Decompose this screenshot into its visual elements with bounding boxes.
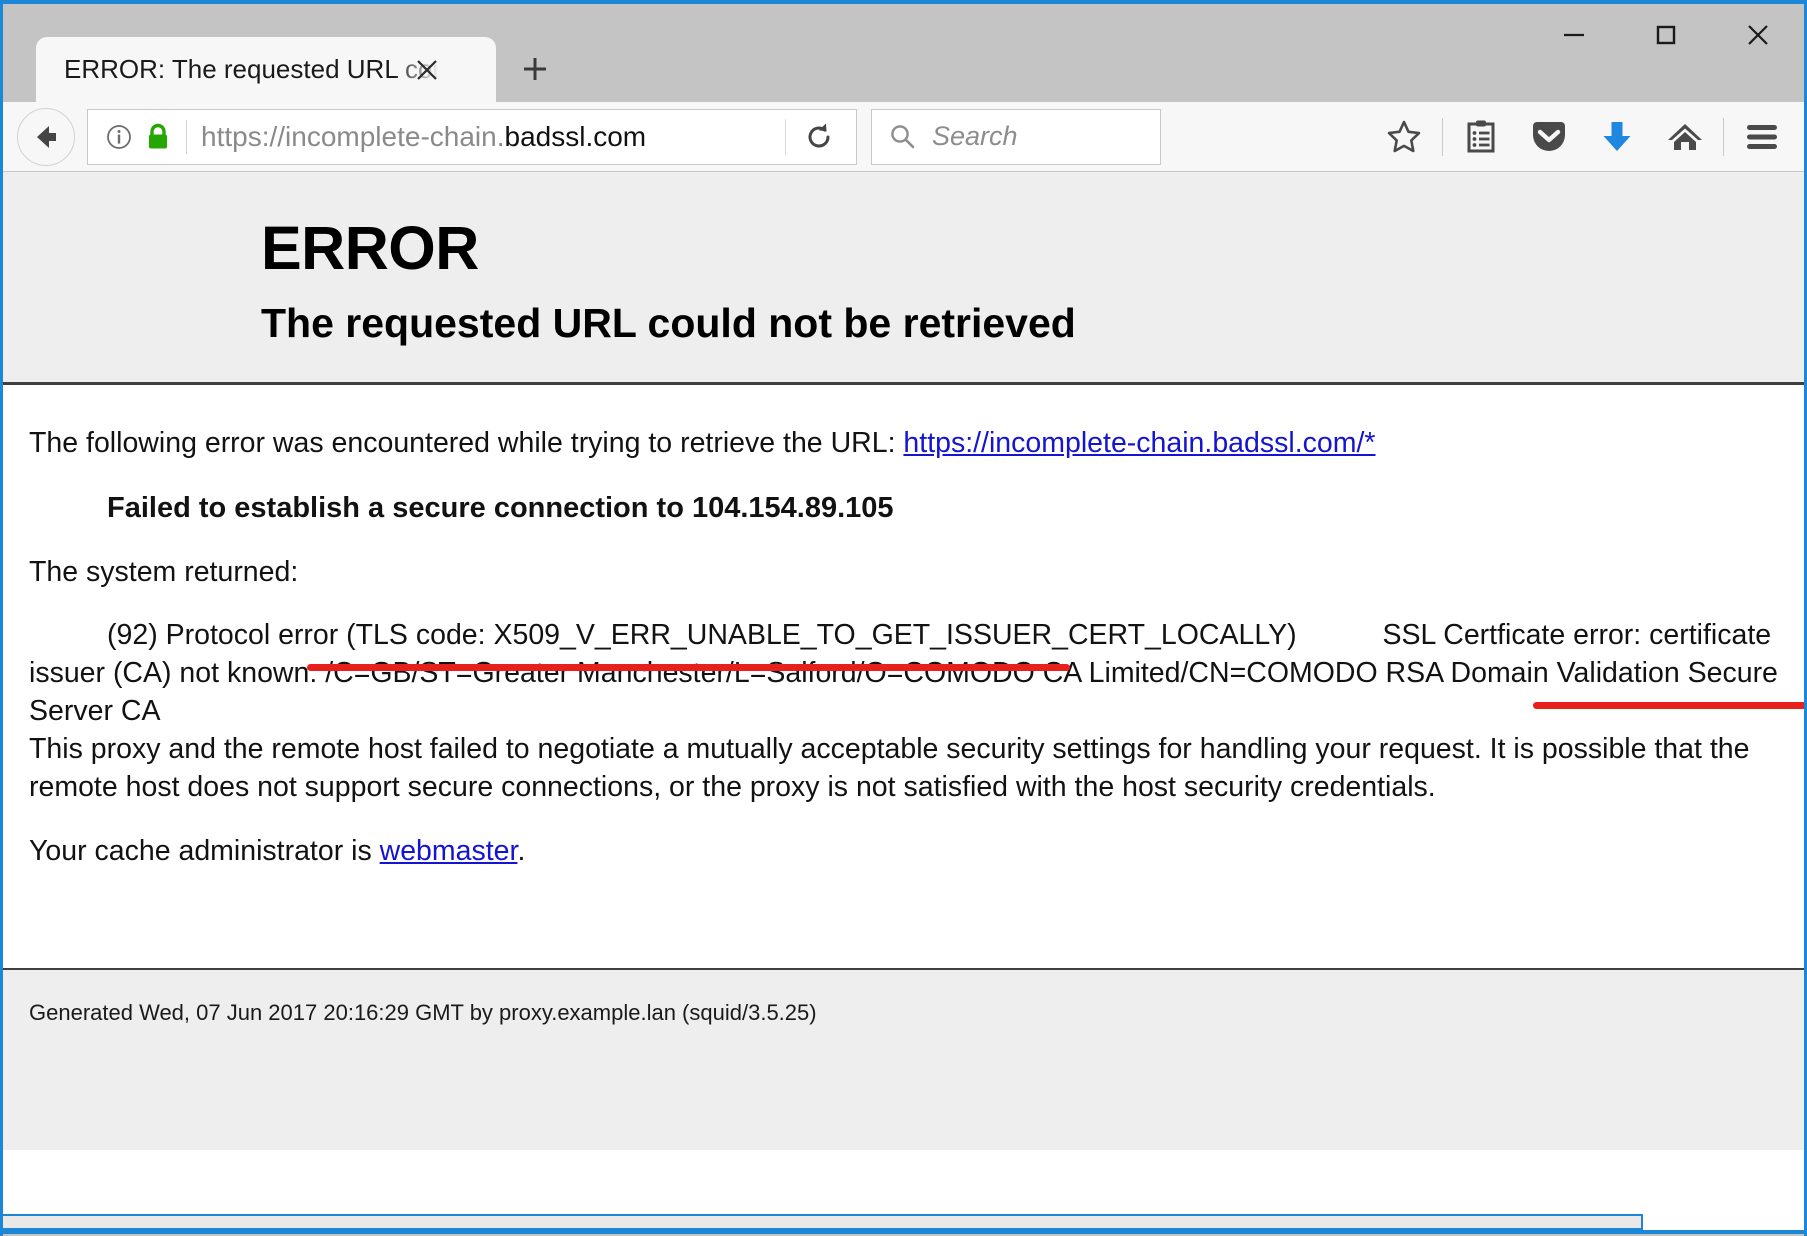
downloads-icon[interactable] [1583,107,1651,167]
tab-strip: ERROR: The requested URL could not be re… [3,30,568,102]
requested-url-link[interactable]: https://incomplete-chain.badssl.com/* [903,427,1375,459]
hamburger-menu-icon[interactable] [1728,107,1796,167]
error-footer: Generated Wed, 07 Jun 2017 20:16:29 GMT … [3,970,1804,1151]
protocol-error-line: (92) Protocol error (TLS code: X509_V_ER… [107,619,1305,672]
window-controls [1528,4,1804,66]
cache-admin-line: Your cache administrator is webmaster. [29,833,1778,871]
home-icon[interactable] [1651,107,1719,167]
failed-connection-line: Failed to establish a secure connection … [107,491,894,524]
url-bar[interactable]: https://incomplete-chain.badssl.com [87,108,857,165]
protocol-error-text: (92) Protocol error (TLS code: X509_V_ER… [107,619,1297,652]
page-content: ERROR The requested URL could not be ret… [3,172,1804,1234]
generated-timestamp: Generated Wed, 07 Jun 2017 20:16:29 GMT … [29,1000,817,1026]
lock-icon[interactable] [142,120,174,154]
page-title: ERROR [261,214,479,282]
tab-title: ERROR: The requested URL could not be re… [64,54,439,84]
page-subtitle: The requested URL could not be retrieved [261,300,1076,346]
menu-divider [1723,117,1724,156]
error-header: ERROR The requested URL could not be ret… [3,172,1804,386]
search-placeholder: Search [932,121,1018,151]
reader-list-icon[interactable] [1447,107,1515,167]
site-information-icon[interactable] [102,120,136,154]
url-text: https://incomplete-chain.badssl.com [201,121,785,153]
tab-bar: ERROR: The requested URL could not be re… [3,4,1804,102]
back-button[interactable] [17,107,75,166]
reload-icon[interactable] [786,110,852,164]
webmaster-link[interactable]: webmaster [380,835,518,867]
maximize-button[interactable] [1620,4,1712,66]
url-divider [186,119,187,154]
red-underline-protocol [307,664,1070,672]
url-domain: badssl.com [504,120,647,152]
minimize-button[interactable] [1528,4,1620,66]
browser-window: ERROR: The requested URL could not be re… [0,0,1807,1236]
search-bar[interactable]: Search [871,108,1161,165]
red-underline-ssl [1532,702,1804,710]
pocket-icon[interactable] [1515,107,1583,167]
tab-close-icon[interactable] [410,53,444,87]
search-icon [888,122,918,152]
proxy-explanation: This proxy and the remote host failed to… [29,733,1750,803]
status-strip [3,1214,1643,1230]
toolbar-icon-group [1183,107,1796,167]
tab-error-page[interactable]: ERROR: The requested URL could not be re… [36,37,496,102]
new-tab-button[interactable] [502,38,568,100]
error-body: The following error was encountered whil… [3,385,1804,971]
cache-admin-text: Your cache administrator is [29,834,380,867]
navigation-toolbar: https://incomplete-chain.badssl.com Sear… [3,102,1804,172]
close-button[interactable] [1712,4,1804,66]
intro-text: The following error was encountered whil… [29,427,904,460]
url-prefix: https://incomplete-chain. [201,120,505,152]
toolbar-divider [1442,117,1443,156]
cache-admin-suffix: . [517,834,526,867]
star-icon[interactable] [1370,107,1438,167]
intro-paragraph: The following error was encountered whil… [29,425,1778,463]
system-returned-label: The system returned: [29,555,299,588]
